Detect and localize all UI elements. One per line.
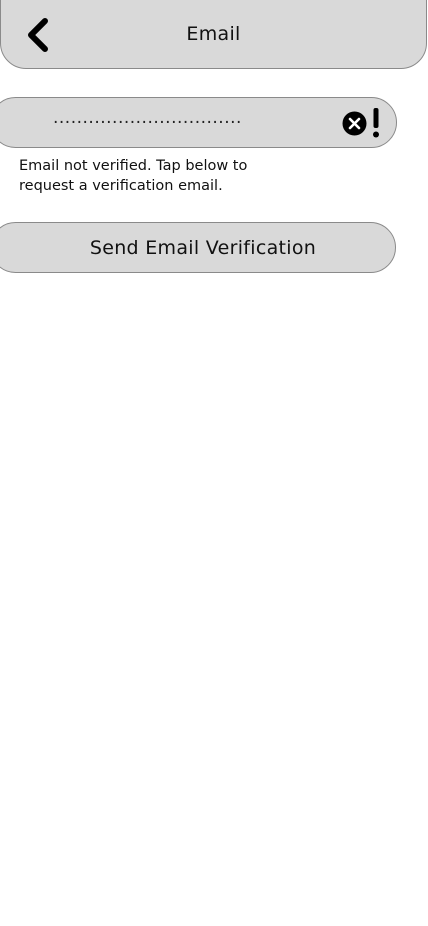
helper-line-2: request a verification email.	[19, 178, 223, 194]
clear-x-icon[interactable]	[342, 111, 367, 136]
verification-helper-text: Email not verified. Tap below to request…	[19, 156, 309, 196]
top-app-bar: Email	[0, 0, 427, 69]
email-field[interactable]: ................................	[0, 97, 397, 148]
exclamation-icon	[373, 108, 379, 138]
email-value: ................................	[53, 108, 242, 128]
helper-line-1: Email not verified. Tap below to	[19, 158, 248, 174]
page-title: Email	[186, 23, 241, 45]
send-email-verification-button[interactable]: Send Email Verification	[0, 222, 396, 273]
